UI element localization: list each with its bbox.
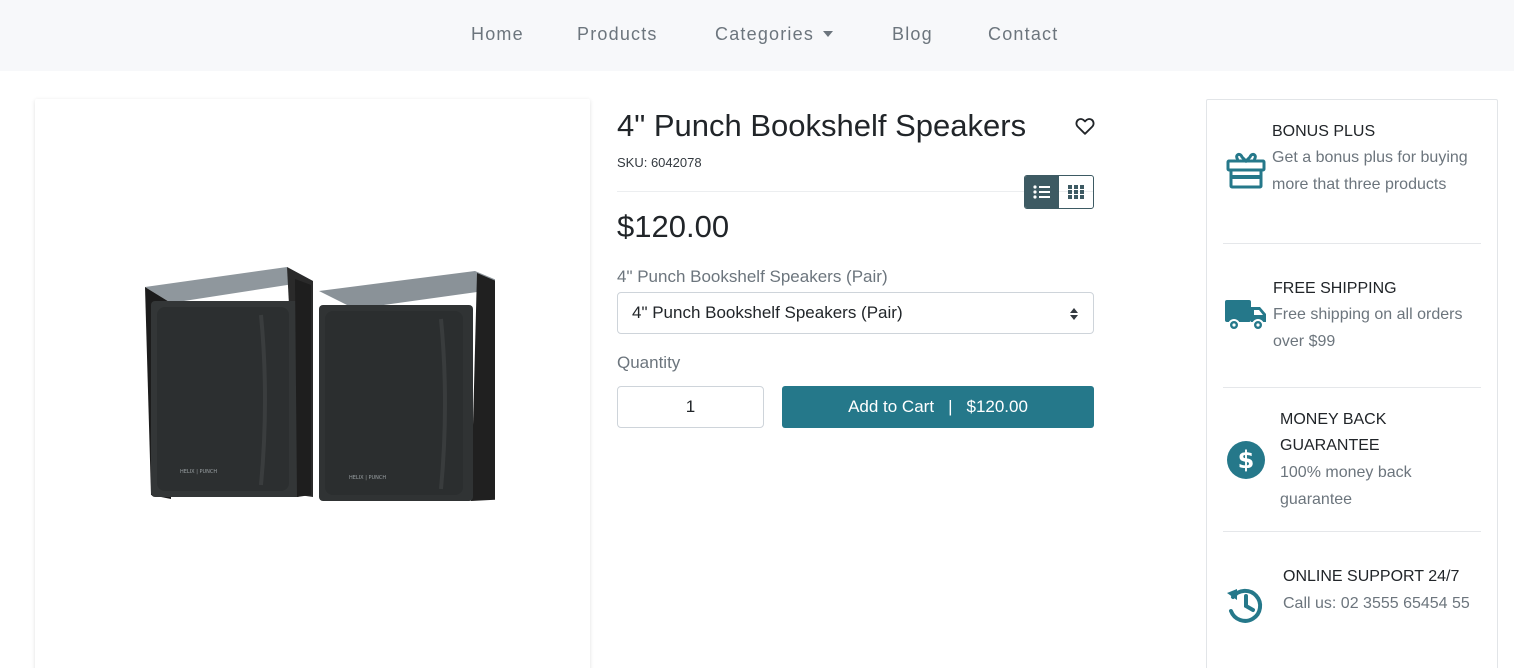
truck-icon <box>1224 298 1268 337</box>
history-icon <box>1225 585 1265 630</box>
add-to-cart-label: Add to Cart <box>848 397 935 416</box>
view-toggle <box>1024 175 1094 209</box>
top-navbar: Home Products Categories Blog Contact <box>0 0 1514 71</box>
nav-categories[interactable]: Categories <box>715 24 834 45</box>
product-title: 4" Punch Bookshelf Speakers <box>617 108 1027 143</box>
nav-contact[interactable]: Contact <box>988 24 1058 45</box>
product-price: $120.00 <box>617 209 730 244</box>
benefit-text-bonus: Get a bonus plus for buying more that th… <box>1272 149 1468 193</box>
product-sku: SKU: 6042078 <box>617 155 702 170</box>
benefit-divider <box>1223 243 1481 244</box>
quantity-label: Quantity <box>617 353 681 372</box>
benefit-text-shipping: Free shipping on all orders over $99 <box>1273 306 1463 350</box>
caret-down-icon <box>823 31 834 37</box>
svg-text:$: $ <box>1238 446 1255 474</box>
add-to-cart-price: $120.00 <box>966 397 1028 416</box>
variant-select[interactable]: 4" Punch Bookshelf Speakers (Pair) <box>617 292 1094 334</box>
benefits-panel: BONUS PLUS Get a bonus plus for buying m… <box>1206 99 1498 668</box>
benefit-text-money-back: 100% money back guarantee <box>1280 464 1412 508</box>
add-to-cart-separator: | <box>948 397 953 416</box>
quantity-input[interactable]: 1 <box>617 386 764 428</box>
list-icon <box>1033 185 1050 199</box>
grid-view-button[interactable] <box>1059 176 1093 208</box>
details-divider <box>617 191 1094 192</box>
nav-products[interactable]: Products <box>577 24 658 45</box>
variant-selected-value: 4" Punch Bookshelf Speakers (Pair) <box>632 303 903 322</box>
benefit-title-money-back: MONEY BACK GUARANTEE <box>1280 411 1387 454</box>
benefit-title-support: ONLINE SUPPORT 24/7 <box>1283 568 1460 585</box>
variant-label: 4" Punch Bookshelf Speakers (Pair) <box>617 267 888 286</box>
heart-icon[interactable] <box>1074 115 1096 137</box>
speaker-left-brand: HELIX | PUNCH <box>180 469 217 475</box>
grid-icon <box>1068 185 1084 199</box>
nav-categories-label: Categories <box>715 24 815 44</box>
nav-home[interactable]: Home <box>471 24 524 45</box>
benefit-title-shipping: FREE SHIPPING <box>1273 280 1397 297</box>
gift-icon <box>1226 151 1266 194</box>
benefit-divider <box>1223 531 1481 532</box>
list-view-button[interactable] <box>1025 176 1059 208</box>
dollar-circle-icon: $ <box>1226 440 1266 485</box>
benefit-text-support: Call us: 02 3555 65454 55 <box>1283 595 1470 612</box>
product-image-card: HELIX | PUNCH HELIX | PUNCH <box>35 99 590 668</box>
benefit-divider <box>1223 387 1481 388</box>
sort-arrows-icon <box>1070 308 1078 320</box>
nav-blog[interactable]: Blog <box>892 24 933 45</box>
speaker-right-brand: HELIX | PUNCH <box>349 475 386 481</box>
add-to-cart-button[interactable]: Add to Cart | $120.00 <box>782 386 1094 428</box>
product-image[interactable]: HELIX | PUNCH HELIX | PUNCH <box>135 259 495 519</box>
benefit-title-bonus: BONUS PLUS <box>1272 123 1376 140</box>
